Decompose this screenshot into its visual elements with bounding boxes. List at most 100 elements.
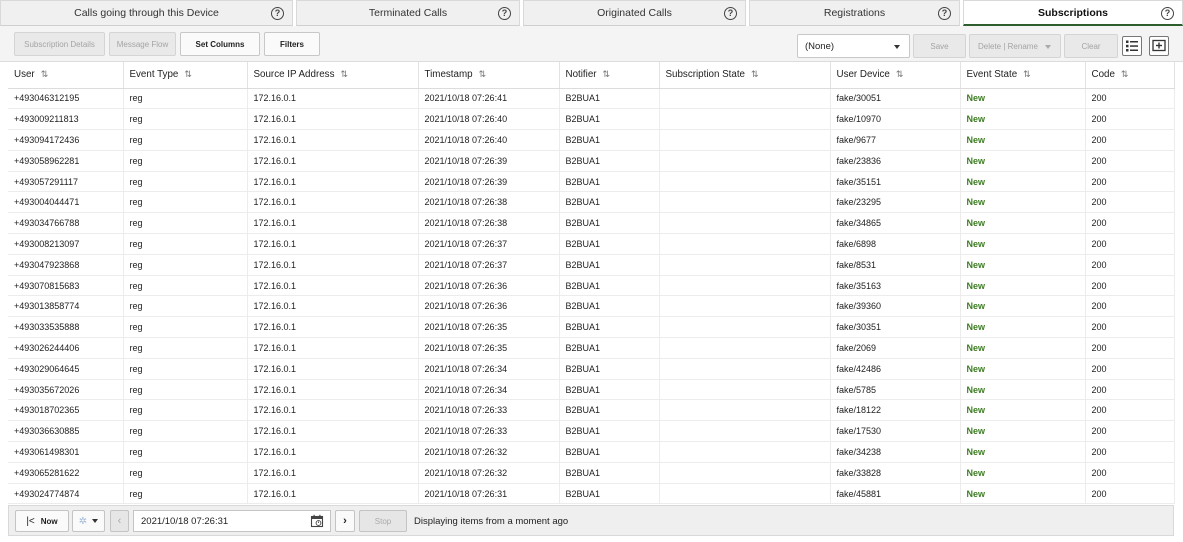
table-row[interactable]: +493029064645 reg 172.16.0.1 2021/10/18 07:…: [8, 358, 1175, 380]
table-row[interactable]: +493036630885 reg 172.16.0.1 2021/10/18 07:…: [8, 420, 1175, 443]
cell-user: +493029064645: [8, 358, 124, 380]
column-header-label: User: [14, 69, 35, 81]
cell-timestamp: 2021/10/18 07:26:35: [418, 316, 560, 339]
cell-subscription-state: [659, 88, 831, 110]
cell-user: +493013858774: [8, 295, 124, 318]
column-header-event-state[interactable]: Event State ⇅: [960, 62, 1086, 89]
cell-user: +493018702365: [8, 399, 124, 422]
table-row[interactable]: +493008213097 reg 172.16.0.1 2021/10/18 07:…: [8, 233, 1175, 255]
column-header-user[interactable]: User ⇅: [8, 62, 124, 89]
table-row[interactable]: +493047923868 reg 172.16.0.1 2021/10/18 07:…: [8, 254, 1175, 276]
table-row[interactable]: +493033535888 reg 172.16.0.1 2021/10/18 07:…: [8, 316, 1175, 339]
cell-user: +493008213097: [8, 233, 124, 255]
cell-timestamp: 2021/10/18 07:26:34: [418, 379, 560, 401]
tab-terminated-calls[interactable]: Terminated Calls ?: [296, 0, 520, 26]
sort-icon[interactable]: ⇅: [184, 69, 192, 79]
cell-user-device: fake/34865: [830, 212, 961, 235]
filters-button[interactable]: Filters: [264, 32, 320, 56]
table-row[interactable]: +493046312195 reg 172.16.0.1 2021/10/18 07:…: [8, 88, 1175, 110]
help-icon[interactable]: ?: [498, 7, 511, 20]
delete-rename-button[interactable]: Delete | Rename: [969, 34, 1061, 58]
set-columns-button[interactable]: Set Columns: [180, 32, 260, 56]
sort-icon[interactable]: ⇅: [896, 69, 904, 79]
help-icon[interactable]: ?: [724, 7, 737, 20]
sort-icon[interactable]: ⇅: [603, 69, 611, 79]
help-icon[interactable]: ?: [938, 7, 951, 20]
cell-user: +493004044471: [8, 191, 124, 214]
sort-icon[interactable]: ⇅: [41, 69, 49, 79]
table-row[interactable]: +493024774874 reg 172.16.0.1 2021/10/18 07:…: [8, 483, 1175, 505]
column-header-code[interactable]: Code ⇅: [1085, 62, 1175, 89]
cell-user: +493046312195: [8, 88, 124, 110]
table-row[interactable]: +493009211813 reg 172.16.0.1 2021/10/18 07:…: [8, 108, 1175, 131]
cell-source-ip: 172.16.0.1: [247, 337, 419, 359]
tab-originated-calls[interactable]: Originated Calls ?: [523, 0, 746, 26]
refresh-options-button[interactable]: ✲: [72, 510, 105, 532]
table-row[interactable]: +493070815683 reg 172.16.0.1 2021/10/18 07:…: [8, 275, 1175, 297]
tab-registrations[interactable]: Registrations ?: [749, 0, 960, 26]
cell-notifier: B2BUA1: [559, 399, 660, 422]
message-flow-button[interactable]: Message Flow: [109, 32, 176, 56]
tab-label: Terminated Calls: [368, 7, 448, 19]
cell-event-state: New: [960, 150, 1086, 172]
cell-code: 200: [1085, 441, 1175, 463]
view-select[interactable]: (None): [797, 34, 910, 58]
column-header-label: Event Type: [129, 69, 179, 81]
next-button[interactable]: ›: [335, 510, 355, 532]
export-button[interactable]: [1149, 36, 1169, 56]
cell-notifier: B2BUA1: [559, 358, 660, 380]
table-row[interactable]: +493018702365 reg 172.16.0.1 2021/10/18 07:…: [8, 399, 1175, 422]
cell-code: 200: [1085, 358, 1175, 380]
sort-icon[interactable]: ⇅: [1121, 69, 1129, 79]
cell-user-device: fake/9677: [830, 129, 961, 151]
tab-calls-through-device[interactable]: Calls going through this Device ?: [0, 0, 293, 26]
column-header-source-ip[interactable]: Source IP Address ⇅: [247, 62, 419, 89]
stop-button[interactable]: Stop: [359, 510, 407, 532]
sort-icon[interactable]: ⇅: [479, 69, 487, 79]
subscription-details-button[interactable]: Subscription Details: [14, 32, 105, 56]
footer-navigation: |< Now ✲ ‹ 2021/10/18 07:26:31 › Stop Di…: [8, 505, 1174, 536]
column-header-notifier[interactable]: Notifier ⇅: [559, 62, 660, 89]
table-row[interactable]: +493065281622 reg 172.16.0.1 2021/10/18 07:…: [8, 462, 1175, 484]
cell-notifier: B2BUA1: [559, 212, 660, 235]
sort-icon[interactable]: ⇅: [751, 69, 759, 79]
table-row[interactable]: +493035672026 reg 172.16.0.1 2021/10/18 07:…: [8, 379, 1175, 401]
cell-code: 200: [1085, 420, 1175, 443]
tab-subscriptions[interactable]: Subscriptions ?: [963, 0, 1183, 26]
now-button[interactable]: |< Now: [15, 510, 69, 532]
cell-user-device: fake/33828: [830, 462, 961, 484]
column-header-subscription-state[interactable]: Subscription State ⇅: [659, 62, 831, 89]
cell-event-state: New: [960, 171, 1086, 193]
first-page-icon: |<: [26, 515, 35, 527]
cell-event-type: reg: [123, 399, 248, 422]
cell-user: +493036630885: [8, 420, 124, 443]
table-row[interactable]: +493004044471 reg 172.16.0.1 2021/10/18 07:…: [8, 191, 1175, 214]
column-header-timestamp[interactable]: Timestamp ⇅: [418, 62, 560, 89]
cell-subscription-state: [659, 462, 831, 484]
table-row[interactable]: +493058962281 reg 172.16.0.1 2021/10/18 07:…: [8, 150, 1175, 172]
column-header-event-type[interactable]: Event Type ⇅: [123, 62, 248, 89]
cell-notifier: B2BUA1: [559, 337, 660, 359]
sort-icon[interactable]: ⇅: [340, 69, 348, 79]
sort-icon[interactable]: ⇅: [1023, 69, 1031, 79]
clear-button[interactable]: Clear: [1064, 34, 1118, 58]
table-row[interactable]: +493094172436 reg 172.16.0.1 2021/10/18 07:…: [8, 129, 1175, 151]
table-row[interactable]: +493026244406 reg 172.16.0.1 2021/10/18 07:…: [8, 337, 1175, 359]
table-row[interactable]: +493057291117 reg 172.16.0.1 2021/10/18 07:…: [8, 171, 1175, 193]
column-list-button[interactable]: [1122, 36, 1142, 56]
datetime-input[interactable]: 2021/10/18 07:26:31: [133, 510, 331, 532]
cell-subscription-state: [659, 337, 831, 359]
table-row[interactable]: +493013858774 reg 172.16.0.1 2021/10/18 07:…: [8, 295, 1175, 318]
cell-source-ip: 172.16.0.1: [247, 483, 419, 505]
table-row[interactable]: +493034766788 reg 172.16.0.1 2021/10/18 07:…: [8, 212, 1175, 235]
column-header-label: Timestamp: [424, 69, 473, 81]
cell-code: 200: [1085, 316, 1175, 339]
previous-button[interactable]: ‹: [110, 510, 129, 532]
table-row[interactable]: +493061498301 reg 172.16.0.1 2021/10/18 07:…: [8, 441, 1175, 463]
tab-label: Registrations: [823, 7, 886, 19]
calendar-icon[interactable]: [310, 514, 324, 528]
column-header-user-device[interactable]: User Device ⇅: [830, 62, 961, 89]
help-icon[interactable]: ?: [1161, 7, 1174, 20]
help-icon[interactable]: ?: [271, 7, 284, 20]
save-button[interactable]: Save: [913, 34, 966, 58]
